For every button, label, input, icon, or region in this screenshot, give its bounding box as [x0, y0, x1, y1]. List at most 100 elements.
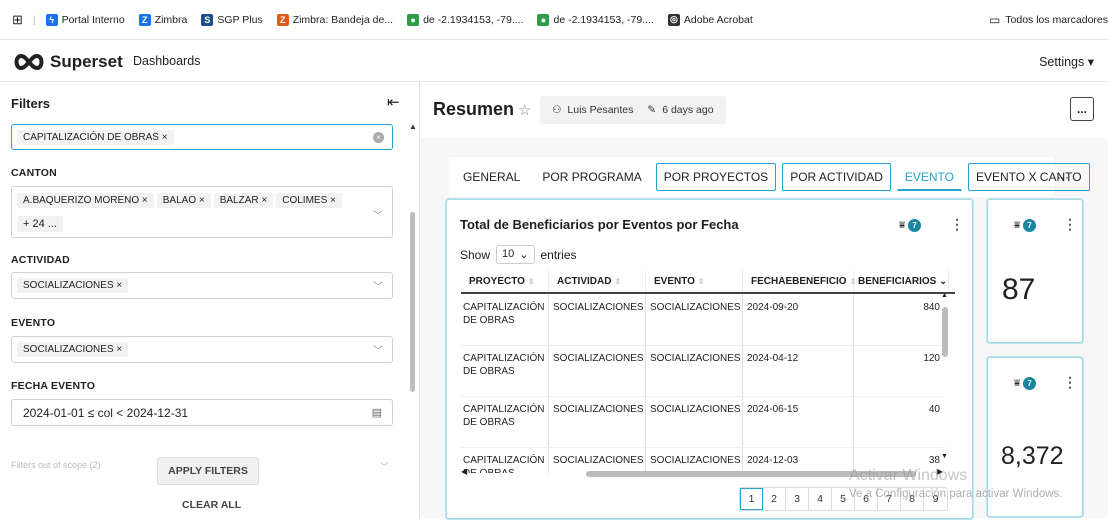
canton-filter-select[interactable]: A.BAQUERIZO MORENO × BALAO × BALZAR × CO…: [11, 186, 393, 238]
tab-general[interactable]: GENERAL: [455, 163, 528, 191]
more-tabs-button[interactable]: ···: [1057, 170, 1069, 184]
scroll-up-icon[interactable]: ▲: [941, 292, 948, 299]
tab-evento-x-canton[interactable]: EVENTO X CANTO: [968, 163, 1090, 191]
sort-icon: ⇕: [527, 276, 535, 286]
page-button[interactable]: 3: [786, 488, 809, 510]
filter-icon: ⩸: [1014, 378, 1021, 389]
filter-badge[interactable]: ⩸ 7: [1014, 219, 1037, 232]
bookmark-item[interactable]: ● de -2.1934153, -79....: [407, 13, 524, 26]
kpi-value: 8,372: [1001, 442, 1064, 470]
entries-value: 10: [502, 248, 515, 260]
bookmark-item[interactable]: Z Zimbra: [138, 13, 188, 26]
chevron-down-icon: ﹀: [373, 211, 383, 222]
column-header[interactable]: FECHAEBENEFICIO ⇕: [743, 270, 856, 292]
filter-tag[interactable]: COLIMES ×: [276, 192, 342, 208]
entries-select[interactable]: 10 ⌄: [496, 245, 535, 264]
proyecto-filter-select[interactable]: CAPITALIZACIÓN DE OBRAS × ×: [11, 124, 393, 150]
modified-time: 6 days ago: [662, 104, 714, 116]
clear-icon[interactable]: ×: [373, 131, 384, 143]
sidebar-scroll-thumb[interactable]: [410, 212, 415, 392]
apps-grid-icon[interactable]: ⊞: [12, 12, 23, 28]
filters-out-of-scope[interactable]: Filters out of scope (2): [11, 460, 101, 470]
scroll-up-icon[interactable]: ▲: [409, 122, 417, 131]
bookmark-item[interactable]: ϟ Portal Interno: [45, 13, 125, 26]
scroll-down-icon[interactable]: ▼: [941, 453, 948, 460]
filter-badge[interactable]: ⩸ 7: [1014, 377, 1037, 390]
bookmark-separator: |: [32, 13, 36, 26]
favorite-star-icon[interactable]: ☆: [518, 101, 531, 119]
bookmarks-bar: ⊞ | ϟ Portal Interno Z Zimbra S SGP Plus Z Zimb…: [0, 0, 1108, 40]
actividad-label: ACTIVIDAD: [11, 254, 70, 266]
map-pin-icon: ●: [537, 13, 550, 26]
column-header[interactable]: ACTIVIDAD ⇕: [549, 270, 646, 292]
column-header[interactable]: BENEFICIARIOS ⌄: [854, 270, 949, 292]
folder-icon: ▭: [988, 12, 1001, 27]
zimbra-icon: Z: [138, 13, 151, 26]
sidebar-scrollbar[interactable]: ▲: [407, 122, 417, 522]
scroll-left-icon[interactable]: ◀: [461, 467, 467, 476]
page-button[interactable]: 2: [763, 488, 786, 510]
page-button[interactable]: 4: [809, 488, 832, 510]
apply-filters-button[interactable]: APPLY FILTERS: [157, 457, 259, 485]
dashboard-title[interactable]: Resumen: [433, 99, 514, 120]
filters-sidebar: Filters ⇤ ▲ CAPITALIZACIÓN DE OBRAS × × …: [0, 82, 420, 518]
bookmark-item[interactable]: S SGP Plus: [201, 13, 263, 26]
bookmark-item[interactable]: ◎ Adobe Acrobat: [667, 13, 753, 26]
filter-icon: ⩸: [1014, 220, 1021, 231]
tab-por-actividad[interactable]: POR ACTIVIDAD: [782, 163, 891, 191]
chevron-down-icon[interactable]: ﹀: [380, 460, 389, 473]
column-header[interactable]: PROYECTO ⇕: [461, 270, 549, 292]
superset-logo[interactable]: Superset: [12, 52, 123, 72]
collapse-sidebar-icon[interactable]: ⇤: [387, 93, 400, 111]
fecha-evento-range[interactable]: 2024-01-01 ≤ col < 2024-12-31 ▤: [11, 399, 393, 426]
entries-control: Show 10 ⌄ entries: [460, 245, 577, 264]
all-bookmarks[interactable]: ▭ Todos los marcadores: [989, 13, 1108, 27]
filter-tag[interactable]: SOCIALIZACIONES ×: [17, 342, 129, 357]
more-actions-button[interactable]: ...: [1070, 97, 1094, 121]
chart-menu-icon[interactable]: ⋮: [950, 216, 964, 233]
sgp-icon: S: [201, 13, 214, 26]
date-range-value: 2024-01-01 ≤ col < 2024-12-31: [23, 405, 189, 420]
tab-por-programa[interactable]: POR PROGRAMA: [534, 163, 649, 191]
table-cell: 2024-06-15: [743, 397, 854, 447]
nav-dashboards-link[interactable]: Dashboards: [133, 54, 200, 68]
filter-tag[interactable]: CAPITALIZACIÓN DE OBRAS ×: [17, 129, 174, 145]
vertical-scroll-thumb[interactable]: [942, 307, 948, 357]
settings-menu[interactable]: Settings ▾: [1039, 54, 1094, 69]
windows-activation-title: Activar Windows: [849, 467, 968, 484]
filter-tag[interactable]: A.BAQUERIZO MORENO ×: [17, 192, 154, 208]
chart-menu-icon[interactable]: ⋮: [1063, 374, 1077, 391]
table-cell: SOCIALIZACIONES: [646, 397, 743, 447]
column-label: FECHAEBENEFICIO: [751, 275, 847, 287]
bookmark-label: Zimbra: [154, 13, 188, 26]
tag-label: SOCIALIZACIONES ×: [23, 280, 123, 291]
column-header[interactable]: EVENTO ⇕: [646, 270, 743, 292]
filter-tag[interactable]: SOCIALIZACIONES ×: [17, 278, 129, 293]
page-button[interactable]: 1: [740, 488, 763, 510]
table-vertical-scrollbar[interactable]: ▲ ▼: [941, 292, 949, 475]
filter-count: 7: [1023, 219, 1037, 232]
entries-label: entries: [540, 247, 577, 262]
evento-filter-select[interactable]: SOCIALIZACIONES × ﹀: [11, 336, 393, 363]
filter-tag[interactable]: BALZAR ×: [213, 192, 274, 208]
bookmark-item[interactable]: Z Zimbra: Bandeja de...: [276, 13, 394, 26]
tag-label: COLIMES ×: [282, 194, 336, 206]
tab-evento[interactable]: EVENTO: [896, 163, 962, 191]
fecha-evento-label: FECHA EVENTO: [11, 380, 96, 392]
actividad-filter-select[interactable]: SOCIALIZACIONES × ﹀: [11, 272, 393, 299]
table-row: CAPITALIZACIÓN DE OBRAS SOCIALIZACIONES …: [461, 346, 945, 397]
calendar-icon: ▤: [371, 407, 382, 419]
table-cell: CAPITALIZACIÓN DE OBRAS: [461, 397, 549, 447]
zimbra-mail-icon: Z: [276, 13, 289, 26]
sort-icon: ⇕: [614, 276, 622, 286]
clear-all-button[interactable]: CLEAR ALL: [182, 499, 241, 511]
tab-por-proyectos[interactable]: POR PROYECTOS: [655, 163, 777, 191]
bookmark-label: de -2.1934153, -79....: [423, 13, 524, 26]
bookmark-item[interactable]: ● de -2.1934153, -79....: [537, 13, 654, 26]
filter-badge[interactable]: ⩸ 7: [899, 219, 922, 232]
chart-menu-icon[interactable]: ⋮: [1063, 216, 1077, 233]
more-tags[interactable]: + 24 ...: [17, 215, 63, 232]
filter-tag[interactable]: BALAO ×: [156, 192, 211, 208]
bookmark-label: Zimbra: Bandeja de...: [292, 13, 394, 26]
owner-name: Luis Pesantes: [567, 104, 634, 116]
